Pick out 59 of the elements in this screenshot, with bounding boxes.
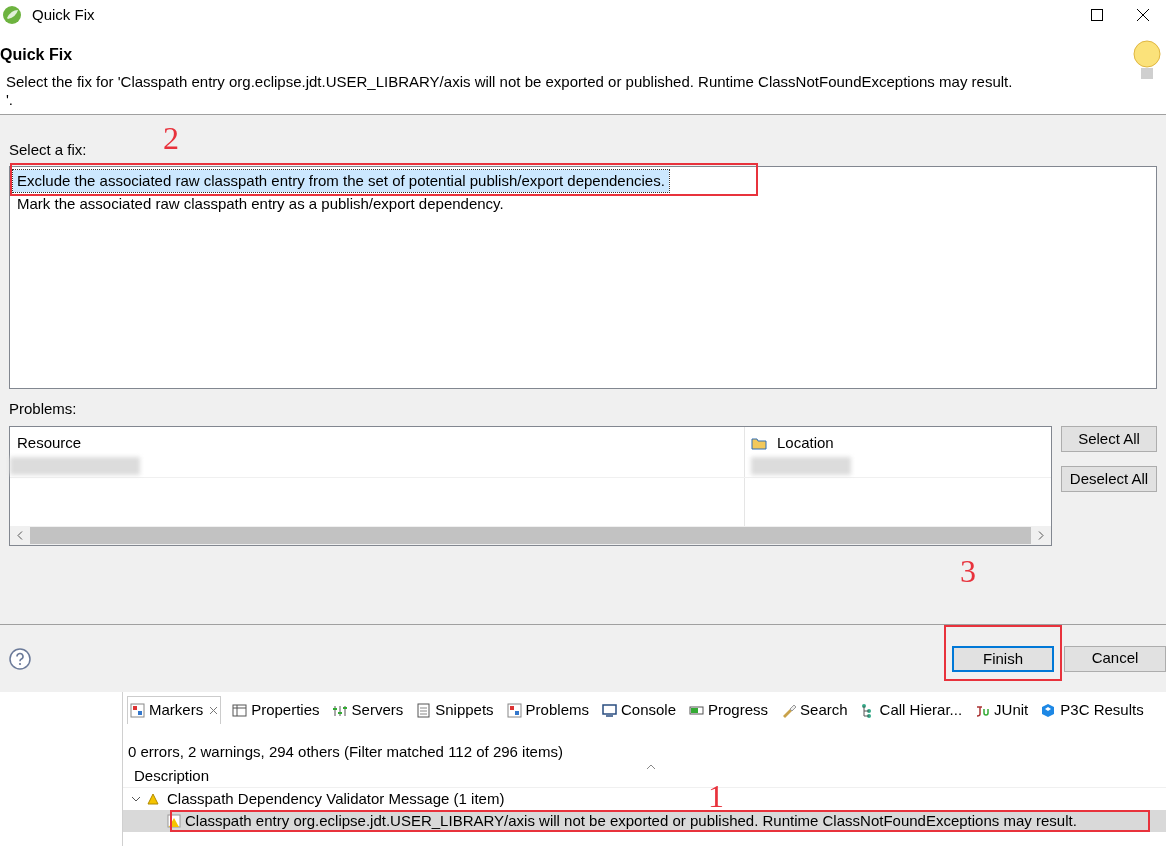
table-action-button[interactable]: Select All [1061,426,1157,452]
fix-option[interactable]: Exclude the associated raw classpath entry from the set of potential publish/export dependencies. [13,170,669,192]
scroll-right-icon[interactable] [1038,531,1044,540]
markers-icon [506,702,522,718]
view-tab[interactable]: Snippets [414,696,496,724]
warning-icon [147,793,159,805]
view-tab[interactable]: Problems [504,696,591,724]
tab-label: JUnit [994,699,1029,720]
list-label: Select a fix: [9,141,87,159]
column-header: Resource [17,433,83,453]
window-title: Quick Fix [32,4,95,25]
tree-item[interactable]: Classpath Dependency Validator Message (1 item) [167,787,505,811]
tree-row[interactable]: Classpath entry org.eclipse.jdt.USER_LIBRARY/axis will not be exported or published. Runtime ClassNotFoundExceptions may result. [123,810,1166,832]
view-tab[interactable]: Markers [127,696,222,724]
table-icon [232,702,248,718]
column-header: Location [777,433,834,453]
view-tab[interactable]: Servers [330,696,406,724]
view-tab[interactable]: Search [779,696,850,724]
dialog-button[interactable]: Cancel [1064,645,1166,672]
filter-summary: 0 errors, 2 warnings, 294 others (Filter matched 112 of 296 items) [127,742,564,762]
tab-label: Progress [708,699,769,720]
dialog-heading: Quick Fix [0,45,74,65]
tab-label: Markers [149,700,204,721]
flashlight-icon [781,702,797,718]
view-tab[interactable]: Properties [230,696,322,724]
tab-label: Search [800,699,848,720]
markers-icon [130,703,145,718]
maximize-icon [1091,9,1103,21]
view-tab[interactable]: Progress [687,696,771,724]
close-icon[interactable] [209,706,219,715]
tab-label: Problems [525,699,589,720]
table-action-button[interactable]: Deselect All [1061,466,1157,492]
help-icon [9,647,31,670]
tab-label: P3C Results [1060,699,1144,720]
view-tab[interactable]: Call Hierar... [858,696,965,724]
close-icon [1137,9,1149,21]
document-icon [416,702,432,718]
tab-label: Servers [351,699,404,720]
column-header: Description [133,765,210,786]
tab-label: Call Hierar... [879,699,963,720]
lightbulb-icon [1132,40,1162,80]
dialog-message: Select the fix for 'Classpath entry org.eclipse.jdt.USER_LIBRARY/axis will not be exported or published. Runtime ClassNotFoundExceptions may result. '. [5,72,1014,109]
scroll-left-icon[interactable] [17,531,23,540]
view-tab[interactable]: JUnit [973,696,1031,724]
view-tab[interactable]: P3C Results [1039,696,1146,724]
cube-icon [1041,702,1057,718]
tab-label: Snippets [435,699,494,720]
tab-label: Console [620,699,676,720]
monitor-icon [601,702,617,718]
table-label: Problems: [9,400,78,418]
folder-icon [751,436,767,451]
dialog-button[interactable]: Finish [952,645,1054,672]
tab-label: Properties [251,699,320,720]
annotation-number: 2 [163,119,179,158]
annotation-number: 3 [960,552,976,591]
fix-option[interactable]: Mark the associated raw classpath entry as a publish/export dependency. [13,192,508,215]
view-tab[interactable]: Console [599,696,678,724]
expanded-chevron-icon[interactable] [131,794,141,804]
sort-indicator-icon [646,764,656,770]
